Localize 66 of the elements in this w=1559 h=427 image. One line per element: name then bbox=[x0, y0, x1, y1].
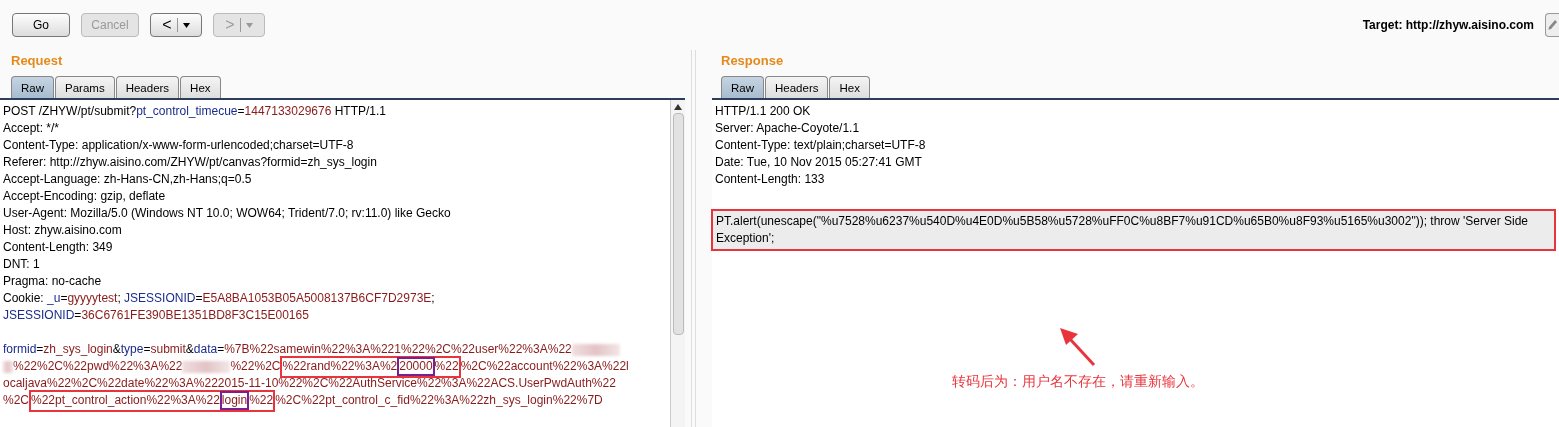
code-line: POST /ZHYW/pt/submit?pt_control_timecue=1447133029676 HTTP/1.1 bbox=[3, 103, 387, 120]
code-text: %22%2C bbox=[230, 358, 281, 375]
code-line: Accept: */* bbox=[3, 120, 61, 137]
code-text: zh_sys_login bbox=[43, 341, 113, 358]
redacted-block bbox=[3, 360, 13, 373]
code-text: login bbox=[221, 392, 248, 409]
code-line: Accept-Encoding: gzip, deflate bbox=[3, 188, 167, 205]
code-text: submit bbox=[150, 341, 186, 358]
tab[interactable]: Headers bbox=[115, 76, 180, 98]
code-text: %22 bbox=[434, 358, 459, 375]
pencil-icon bbox=[1547, 19, 1558, 31]
code-text: & bbox=[112, 341, 121, 358]
tab[interactable]: Hex bbox=[829, 76, 870, 98]
pane-title: Response bbox=[720, 52, 785, 70]
caret-icon bbox=[182, 22, 190, 28]
code-line: Cookie: _u=gyyyytest; JSESSIONID=E5A8BA1053B05A5008137B6CF7D2973E; bbox=[3, 290, 436, 307]
code-text: = bbox=[143, 341, 151, 358]
scrollbar[interactable] bbox=[670, 100, 685, 427]
code-text: %7B%22samewin%22%3A%221%22%2C%22user%22%3A%22 bbox=[224, 341, 572, 358]
code-text: %2C bbox=[3, 392, 29, 409]
code-text: & bbox=[185, 341, 194, 358]
code-text: %22 bbox=[249, 392, 274, 409]
code-line: HTTP/1.1 200 OK bbox=[715, 103, 812, 120]
code-line: Date: Tue, 10 Nov 2015 05:27:41 GMT bbox=[715, 154, 923, 171]
up-arrow-icon[interactable] bbox=[674, 104, 682, 110]
code-text: 20000 bbox=[399, 358, 433, 375]
code-text: %2C%22pt_control_c_fid%22%3A%22zh_sys_login%22%7D bbox=[275, 392, 603, 409]
annotation-text: 转码后为：用户名不存在，请重新输入。 bbox=[952, 373, 1204, 391]
code-text: = bbox=[217, 341, 225, 358]
tab[interactable]: Headers bbox=[765, 76, 829, 98]
code-line: Pragma: no-cache bbox=[3, 273, 103, 290]
code-text: data bbox=[193, 341, 218, 358]
code-line: Referer: http://zhyw.aisino.com/ZHYW/pt/canvas?formid=zh_sys_login bbox=[3, 154, 378, 171]
request-editor[interactable] bbox=[0, 100, 685, 427]
code-line: Content-Length: 133 bbox=[715, 171, 826, 188]
redacted-block bbox=[571, 343, 620, 356]
code-line: ocaljava%22%2C%22date%22%3A%222015-11-10%22%2C%22AuthService%22%3A%22ACS.UserPwdAuth%22 bbox=[3, 375, 617, 392]
code-line: JSESSIONID=36C6761FE390BE1351BD8F3C15E00165 bbox=[3, 307, 310, 324]
code-text: %22pt_control_action%22%3A%22 bbox=[31, 392, 220, 409]
toolbar-button[interactable]: Go bbox=[12, 13, 70, 37]
code-line: Content-Type: text/plain;charset=UTF-8 bbox=[715, 137, 927, 154]
tab[interactable]: Hex bbox=[180, 76, 221, 98]
response-body: PT.alert(unescape("%u7528%u6237%u540D%u4E0D%u5B58%u5728%uFF0C%u8BF7%u91CD%u65B0%u8F93%u5165%u3002")); throw 'Server Side Exception'; bbox=[716, 213, 1529, 247]
code-line: User-Agent: Mozilla/5.0 (Windows NT 10.0; WOW64; Trident/7.0; rv:11.0) like Gecko bbox=[3, 205, 452, 222]
redacted-block bbox=[182, 360, 231, 373]
code-text: %22rand%22%3A%2 bbox=[282, 358, 398, 375]
caret-icon bbox=[245, 22, 253, 28]
pane-title: Request bbox=[10, 52, 64, 70]
code-line: Host: zhyw.aisino.com bbox=[3, 222, 123, 239]
code-text: %2C%22account%22%3A%22l bbox=[460, 358, 629, 375]
code-text: %22%2C%22pwd%22%3A%22 bbox=[13, 358, 183, 375]
edit-button[interactable] bbox=[1545, 13, 1559, 37]
response-editor[interactable] bbox=[712, 100, 1559, 427]
tab[interactable]: Raw bbox=[721, 76, 764, 98]
code-line: Accept-Language: zh-Hans-CN,zh-Hans;q=0.5 bbox=[3, 171, 253, 188]
code-line: Server: Apache-Coyote/1.1 bbox=[715, 120, 861, 137]
code-line: Content-Type: application/x-www-form-urlencoded;charset=UTF-8 bbox=[3, 137, 355, 154]
code-text: formid bbox=[3, 341, 37, 358]
tab[interactable]: Params bbox=[55, 76, 115, 98]
code-text: type bbox=[120, 341, 144, 358]
tab[interactable]: Raw bbox=[11, 76, 54, 98]
target-label: Target: http://zhyw.aisino.com bbox=[1362, 18, 1534, 32]
code-line: DNT: 1 bbox=[3, 256, 41, 273]
code-line: Content-Length: 349 bbox=[3, 239, 114, 256]
code-text: = bbox=[36, 341, 44, 358]
back-button[interactable]: < bbox=[150, 13, 202, 37]
